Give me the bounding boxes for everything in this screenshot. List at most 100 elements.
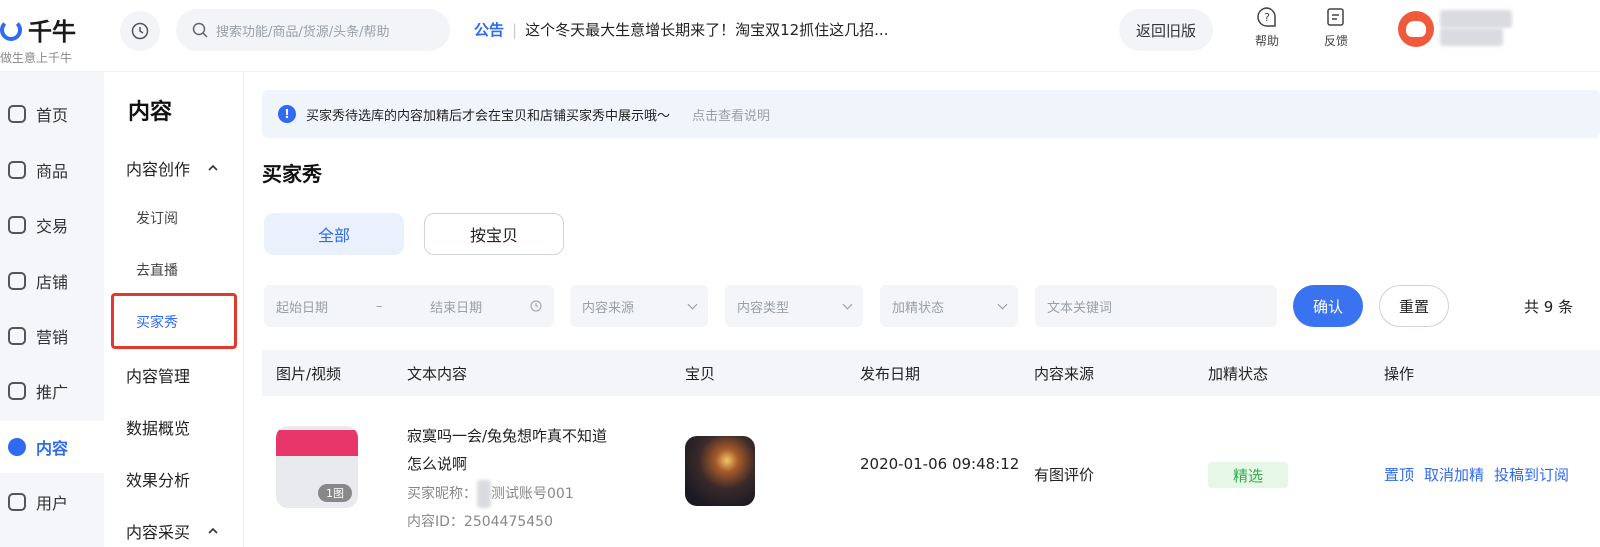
page-title: 买家秀 (262, 162, 322, 186)
keyword-input[interactable]: 文本关键词 (1035, 285, 1277, 327)
clock-icon (131, 22, 149, 40)
total-count: 共 9 条 (1524, 298, 1574, 316)
annotation-highlight-box (111, 293, 237, 349)
sidebar-item-label: 用户 (36, 494, 69, 513)
calendar-icon (530, 300, 542, 312)
chevron-up-icon (208, 164, 218, 171)
bag-icon (8, 161, 26, 179)
svg-text:?: ? (1264, 11, 1270, 24)
confirm-button[interactable]: 确认 (1293, 285, 1363, 327)
row-actions: 置顶 取消加精 投稿到订阅 (1384, 464, 1569, 485)
featured-status-placeholder: 加精状态 (892, 300, 945, 316)
return-old-version-button[interactable]: 返回旧版 (1119, 9, 1213, 51)
featured-status-select[interactable]: 加精状态 (880, 285, 1018, 327)
subnav-group-label: 数据概览 (126, 419, 191, 438)
sidebar-item-trade[interactable]: 交易 (0, 199, 104, 251)
review-text-line: 寂寞吗一会/兔兔想咋真不知道 (407, 427, 608, 445)
subnav-group-label: 内容创作 (126, 160, 191, 179)
user-icon (8, 493, 26, 511)
image-count-badge: 1图 (318, 484, 352, 502)
subnav-group-manage[interactable]: 内容管理 (126, 363, 190, 387)
brand-logo[interactable]: 千牛 做生意上千牛 (0, 12, 104, 66)
content-source: 有图评价 (1034, 466, 1095, 484)
table-row: 1图 寂寞吗一会/兔兔想咋真不知道 怎么说啊 买家昵称：测测试账号001 内容I… (262, 402, 1600, 547)
hash-icon (8, 438, 26, 456)
date-range-dash: – (375, 298, 383, 314)
sidebar-item-label: 营销 (36, 328, 69, 347)
reset-button[interactable]: 重置 (1379, 285, 1449, 327)
info-banner-text: 买家秀待选库的内容加精后才会在宝贝和店铺买家秀中展示哦～ (306, 108, 671, 124)
help-label: 帮助 (1254, 34, 1279, 48)
sidebar-item-home[interactable]: 首页 (0, 88, 104, 140)
review-meta: 买家昵称：测测试账号001 内容ID：2504475450 (407, 480, 574, 536)
search-input[interactable]: 搜索功能/商品/货源/头条/帮助 (176, 9, 450, 51)
buyer-nickname: 买家昵称：测测试账号001 (407, 480, 574, 508)
tab-all[interactable]: 全部 (264, 213, 404, 255)
subnav-group-creation[interactable]: 内容创作 (126, 156, 218, 180)
user-info[interactable]: 测试账号名称 测试账号45 (1440, 10, 1513, 46)
review-text: 寂寞吗一会/兔兔想咋真不知道 怎么说啊 (407, 422, 647, 478)
subnav-group-overview[interactable]: 数据概览 (126, 415, 190, 439)
user-account-redacted: 测试账号45 (1440, 28, 1504, 46)
location-icon (8, 382, 26, 400)
store-icon (8, 272, 26, 290)
item-image[interactable] (685, 436, 755, 506)
column-header-date: 发布日期 (860, 365, 921, 383)
announcement-text[interactable]: 这个冬天最大生意增长期来了！淘宝双12抓住这几招... (525, 19, 888, 40)
buyer-nickname-label: 买家昵称： (407, 486, 477, 502)
start-date-field[interactable]: 起始日期 (276, 297, 328, 316)
info-icon: ! (278, 105, 296, 123)
brand-name: 千牛 (28, 18, 76, 46)
content-source-select[interactable]: 内容来源 (570, 285, 708, 327)
sidebar-item-label: 内容 (36, 439, 69, 458)
subnav-group-collect[interactable]: 内容采买 (126, 519, 218, 543)
content-type-select[interactable]: 内容类型 (725, 285, 863, 327)
sidebar-item-label: 交易 (36, 217, 69, 236)
status-badge: 精选 (1208, 462, 1288, 488)
main-content: ! 买家秀待选库的内容加精后才会在宝贝和店铺买家秀中展示哦～ 点击查看说明 买家… (262, 72, 1600, 547)
tab-by-item[interactable]: 按宝贝 (424, 213, 564, 255)
pin-link[interactable]: 置顶 (1384, 464, 1414, 485)
feedback-icon (1327, 8, 1344, 26)
media-thumbnail[interactable]: 1图 (276, 426, 358, 508)
info-banner-link[interactable]: 点击查看说明 (692, 105, 770, 124)
feedback-button[interactable]: 反馈 (1316, 6, 1356, 49)
publish-date: 2020-01-06 09:48:12 (860, 455, 1020, 473)
user-avatar[interactable] (1398, 11, 1434, 47)
announcement-separator: | (512, 20, 518, 39)
submit-to-subscription-link[interactable]: 投稿到订阅 (1494, 464, 1569, 485)
chevron-down-icon (997, 299, 1008, 309)
sidebar-item-goods[interactable]: 商品 (0, 144, 104, 196)
subnav-item-live[interactable]: 去直播 (136, 260, 178, 280)
buyer-nickname-value: 测试账号001 (491, 486, 574, 502)
history-button[interactable] (120, 11, 160, 51)
announcement-bar[interactable]: 公告 | 这个冬天最大生意增长期来了！淘宝双12抓住这几招... (474, 19, 888, 40)
subnav-group-analysis[interactable]: 效果分析 (126, 467, 190, 491)
feedback-label: 反馈 (1323, 34, 1348, 48)
content-id-value: 2504475450 (463, 514, 553, 530)
sidebar-item-marketing[interactable]: 营销 (0, 310, 104, 362)
top-header: 千牛 做生意上千牛 搜索功能/商品/货源/头条/帮助 公告 | 这个冬天最大生意… (0, 0, 1600, 72)
column-header-status: 加精状态 (1208, 365, 1269, 383)
subnav-item-subscribe[interactable]: 发订阅 (136, 208, 178, 228)
end-date-field[interactable]: 结束日期 (430, 297, 482, 316)
unfeature-link[interactable]: 取消加精 (1424, 464, 1484, 485)
sidebar-item-store[interactable]: 店铺 (0, 255, 104, 307)
megaphone-icon (8, 327, 26, 345)
info-banner: ! 买家秀待选库的内容加精后才会在宝贝和店铺买家秀中展示哦～ 点击查看说明 (262, 90, 1600, 138)
date-range-picker[interactable]: 起始日期 – 结束日期 (264, 285, 554, 327)
content-id-label: 内容ID： (407, 514, 464, 530)
sidebar-item-label: 推广 (36, 383, 69, 402)
column-header-item: 宝贝 (685, 365, 716, 383)
table-header: 图片/视频 文本内容 宝贝 发布日期 内容来源 加精状态 操作 (262, 350, 1600, 396)
avatar-face-icon (1406, 21, 1426, 37)
sidebar-item-promotion[interactable]: 推广 (0, 365, 104, 417)
help-button[interactable]: ? 帮助 (1247, 6, 1287, 49)
content-source-placeholder: 内容来源 (582, 300, 635, 316)
sidebar-item-users[interactable]: 用户 (0, 476, 104, 528)
announcement-tag: 公告 (474, 21, 505, 39)
chevron-down-icon (842, 299, 853, 309)
keyword-placeholder: 文本关键词 (1047, 300, 1113, 316)
sidebar-item-content[interactable]: 内容 (0, 421, 104, 473)
search-icon (192, 22, 208, 38)
